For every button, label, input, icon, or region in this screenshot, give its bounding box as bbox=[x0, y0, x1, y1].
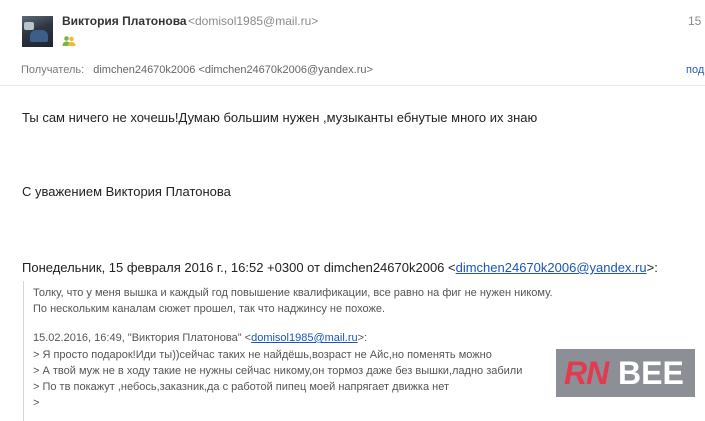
message-header: Виктория Платонова <domisol1985@mail.ru>… bbox=[0, 0, 705, 62]
inner-quote-line: > А твой муж не в ходу такие не нужны се… bbox=[33, 365, 523, 377]
contact-people-icon[interactable] bbox=[62, 35, 76, 47]
avatar-detail bbox=[30, 30, 48, 42]
quote-line: Толку, что у меня вышка и каждый год пов… bbox=[33, 287, 553, 299]
message-body: Ты сам ничего не хочешь!Думаю большим ну… bbox=[22, 110, 538, 125]
quote-line: По нескольким каналам сюжет прошел, так … bbox=[33, 303, 386, 315]
quote-header-email-link[interactable]: dimchen24670k2006@yandex.ru bbox=[456, 260, 647, 275]
inner-quote-header: 15.02.2016, 16:49, "Виктория Платонова" … bbox=[33, 332, 367, 344]
inner-quote-header-prefix: 15.02.2016, 16:49, "Виктория Платонова" … bbox=[33, 332, 252, 344]
inner-quote-line: > Я просто подарок!Иди ты))сейчас таких … bbox=[33, 349, 492, 361]
inner-quote-line: > По тв покажут ,небось,заказник,да с ра… bbox=[33, 381, 450, 393]
quote-header-suffix: >: bbox=[646, 260, 658, 275]
sender-avatar[interactable] bbox=[22, 16, 53, 47]
inner-quote-email-link[interactable]: domisol1985@mail.ru bbox=[251, 332, 358, 344]
header-divider bbox=[0, 85, 705, 86]
recipient-row: Получатель: dimchen24670k2006 <dimchen24… bbox=[21, 64, 373, 76]
message-date: 15 с bbox=[688, 14, 705, 28]
sender-email[interactable]: <domisol1985@mail.ru> bbox=[188, 14, 318, 28]
watermark-part2: BEE bbox=[618, 355, 684, 391]
quote-header: Понедельник, 15 февраля 2016 г., 16:52 +… bbox=[22, 260, 658, 275]
sender-name[interactable]: Виктория Платонова bbox=[62, 14, 187, 28]
message-signature: С уважением Виктория Платонова bbox=[22, 184, 231, 199]
quote-header-prefix: Понедельник, 15 февраля 2016 г., 16:52 +… bbox=[22, 260, 456, 275]
rnbee-watermark-logo: RN BEE bbox=[556, 349, 695, 397]
details-link[interactable]: под bbox=[686, 64, 704, 76]
inner-quote-header-suffix: >: bbox=[357, 332, 368, 344]
watermark-part1: RN bbox=[564, 355, 609, 391]
recipient-label: Получатель: bbox=[21, 64, 85, 76]
avatar-detail bbox=[24, 22, 34, 30]
recipient-value[interactable]: dimchen24670k2006 <dimchen24670k2006@yan… bbox=[93, 64, 373, 76]
inner-quote-line: > bbox=[33, 397, 40, 409]
